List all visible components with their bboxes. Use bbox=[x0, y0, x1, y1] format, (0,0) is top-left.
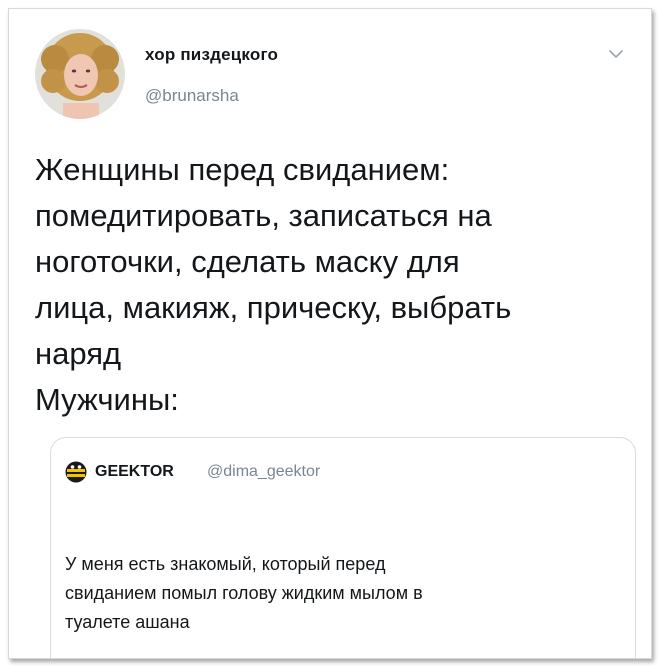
chevron-down-icon[interactable] bbox=[607, 47, 625, 61]
author-avatar[interactable] bbox=[35, 29, 125, 119]
quoted-tweet-card[interactable]: GEEKTOR @dima_geektor У меня есть знаком… bbox=[50, 437, 636, 658]
quoted-author-display-name: GEEKTOR bbox=[95, 463, 174, 480]
quoted-author-handle: @dima_geektor bbox=[207, 463, 321, 480]
author-handle[interactable]: @brunarsha bbox=[145, 86, 239, 106]
tweet-text: Женщины перед свиданием: помедитировать,… bbox=[35, 152, 512, 417]
bee-face-icon bbox=[65, 461, 87, 483]
tweet-screenshot-frame: хор пиздецкого @brunarsha Женщины перед … bbox=[8, 8, 652, 659]
author-avatar-image bbox=[35, 29, 125, 119]
quoted-tweet-text: У меня есть знакомый, который перед свид… bbox=[65, 554, 423, 632]
author-display-name[interactable]: хор пиздецкого bbox=[145, 45, 278, 65]
